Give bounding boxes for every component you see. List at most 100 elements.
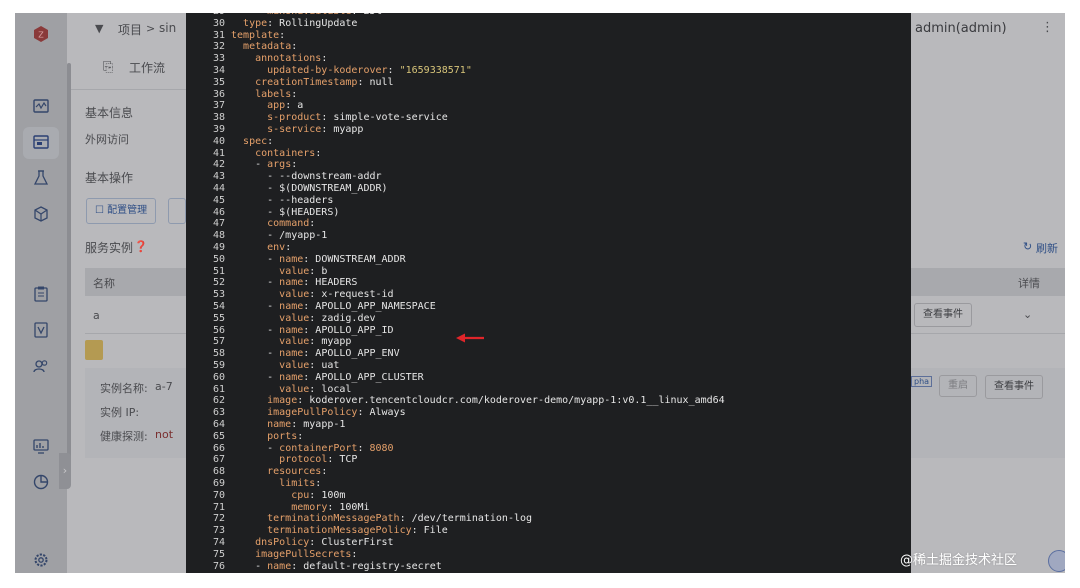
logo-icon[interactable]: Z (32, 25, 50, 43)
code-token: - $(HEADERS) (267, 206, 340, 218)
code-text: dnsPolicy: ClusterFirst (225, 537, 394, 548)
code-token: : (297, 430, 304, 442)
code-line: 30 type: RollingUpdate (186, 17, 358, 30)
code-text: limits: (225, 478, 321, 489)
line-number: 67 (212, 454, 225, 466)
code-line: 45 - --headers (186, 195, 333, 207)
line-number: 35 (212, 76, 225, 88)
line-number: 62 (212, 395, 225, 407)
code-token: : (267, 135, 274, 147)
refresh-icon[interactable]: ↻ (1023, 240, 1032, 253)
menu-arrow-icon[interactable]: ▼ (95, 22, 103, 35)
code-line: 44 - $(DOWNSTREAM_ADDR) (186, 183, 388, 195)
help-float-button[interactable] (1048, 550, 1065, 572)
code-text: updated-by-koderover: "1659338571" (225, 65, 472, 76)
code-token: s-service (267, 124, 322, 135)
instance-status-tag (85, 340, 103, 360)
edit-icon: ☐ (95, 205, 108, 216)
code-token: : (315, 478, 322, 489)
line-number: 41 (212, 147, 225, 159)
code-token: terminationMessagePolicy (267, 525, 412, 537)
code-text: creationTimestamp: null (225, 76, 394, 88)
code-token: : (357, 442, 370, 454)
view-events-button[interactable]: 查看事件 (914, 303, 972, 327)
code-line: 68 resources: (186, 466, 327, 478)
code-token: : RollingUpdate (267, 17, 358, 29)
code-token: memory (291, 501, 328, 513)
code-line: 48 - /myapp-1 (186, 230, 327, 242)
view-events-button-2[interactable]: 查看事件 (985, 375, 1043, 399)
project-icon[interactable] (32, 133, 50, 151)
code-token: - (267, 442, 280, 454)
code-token: dnsPolicy (255, 537, 310, 548)
code-text: resources: (225, 466, 327, 477)
users-icon[interactable] (32, 357, 50, 375)
code-line: 72 terminationMessagePath: /dev/terminat… (186, 513, 532, 525)
code-token: : null (357, 76, 394, 88)
code-token: cpu (291, 489, 310, 501)
pie-chart-icon[interactable] (32, 473, 50, 491)
code-token: : APOLLO_APP_NAMESPACE (303, 301, 436, 312)
config-management-button[interactable]: ☐ 配置管理 (86, 198, 157, 224)
restart-button[interactable]: 重启 (939, 375, 977, 397)
code-text: template: (225, 30, 285, 41)
code-token: : (291, 41, 298, 53)
dashboard-icon[interactable] (32, 437, 50, 455)
config-management-label: 配置管理 (107, 205, 148, 216)
line-number: 76 (212, 560, 225, 572)
line-number: 54 (212, 301, 225, 312)
restart-label: 重启 (948, 380, 968, 391)
code-text: - name: APOLLO_APP_ENV (225, 348, 399, 359)
help-question-icon[interactable]: ❓ (134, 240, 148, 253)
line-number: 69 (212, 478, 225, 489)
code-token: creationTimestamp (255, 76, 358, 88)
code-line: 76 - name: default-registry-secret (186, 561, 442, 573)
next-op-button[interactable] (168, 198, 186, 224)
clipboard-icon[interactable] (32, 285, 50, 303)
code-text: annotations: (225, 53, 327, 64)
sidebar-scrollbar[interactable] (67, 63, 71, 473)
yaml-code-viewer[interactable]: 29 maxUnavailable: 25%30 type: RollingUp… (186, 13, 911, 573)
chevron-down-icon[interactable]: ⌄ (1023, 308, 1032, 321)
code-token: : ClusterFirst (309, 537, 394, 548)
code-text: cpu: 100m (225, 490, 345, 501)
code-line: 54 - name: APOLLO_APP_NAMESPACE (186, 301, 436, 313)
code-token: : (285, 242, 292, 253)
line-number: 65 (212, 430, 225, 442)
monitor-icon[interactable] (32, 97, 50, 115)
code-token: annotations (255, 53, 322, 65)
code-token: - (267, 277, 280, 289)
breadcrumb-project[interactable]: 项目 (118, 21, 142, 38)
line-number: 50 (212, 253, 225, 265)
breadcrumb-current[interactable]: sin (159, 21, 176, 35)
settings-gear-icon[interactable] (32, 551, 50, 569)
workflow-tab[interactable]: 工作流 (129, 59, 165, 76)
code-text: value: zadig.dev (225, 313, 375, 324)
code-token: name (279, 371, 304, 383)
code-token: - (255, 560, 268, 572)
code-token: labels (255, 88, 292, 100)
code-text: - name: HEADERS (225, 277, 357, 288)
test-flask-icon[interactable] (32, 169, 50, 187)
code-token: name (279, 253, 304, 265)
code-line: 57 value: myapp (186, 336, 351, 348)
svg-text:Z: Z (38, 31, 44, 40)
line-number: 30 (212, 17, 225, 29)
more-menu-icon[interactable]: ⋮ (1041, 20, 1054, 35)
version-icon[interactable] (32, 321, 50, 339)
code-line: 67 protocol: TCP (186, 454, 358, 466)
code-text: image: koderover.tencentcloudcr.com/kode… (225, 395, 725, 406)
code-token: : myapp-1 (291, 419, 346, 430)
code-token: name (267, 419, 292, 430)
package-icon[interactable] (32, 205, 50, 223)
code-token: : File (411, 525, 448, 537)
code-text: metadata: (225, 41, 297, 52)
refresh-link[interactable]: 刷新 (1036, 240, 1058, 256)
line-number: 43 (212, 171, 225, 183)
user-name[interactable]: admin(admin) (915, 21, 1007, 36)
code-text: s-product: simple-vote-service (225, 112, 448, 123)
code-text: - --downstream-addr (225, 171, 381, 182)
sidebar-collapse-handle[interactable]: › (59, 453, 71, 489)
app-screenshot-frame: Z › ▼ 项目 > sin ⎘ 工作流 基本信息 外网访问 基本操作 ☐ 配置… (15, 13, 1065, 573)
code-token: : APOLLO_APP_ID (303, 324, 394, 336)
